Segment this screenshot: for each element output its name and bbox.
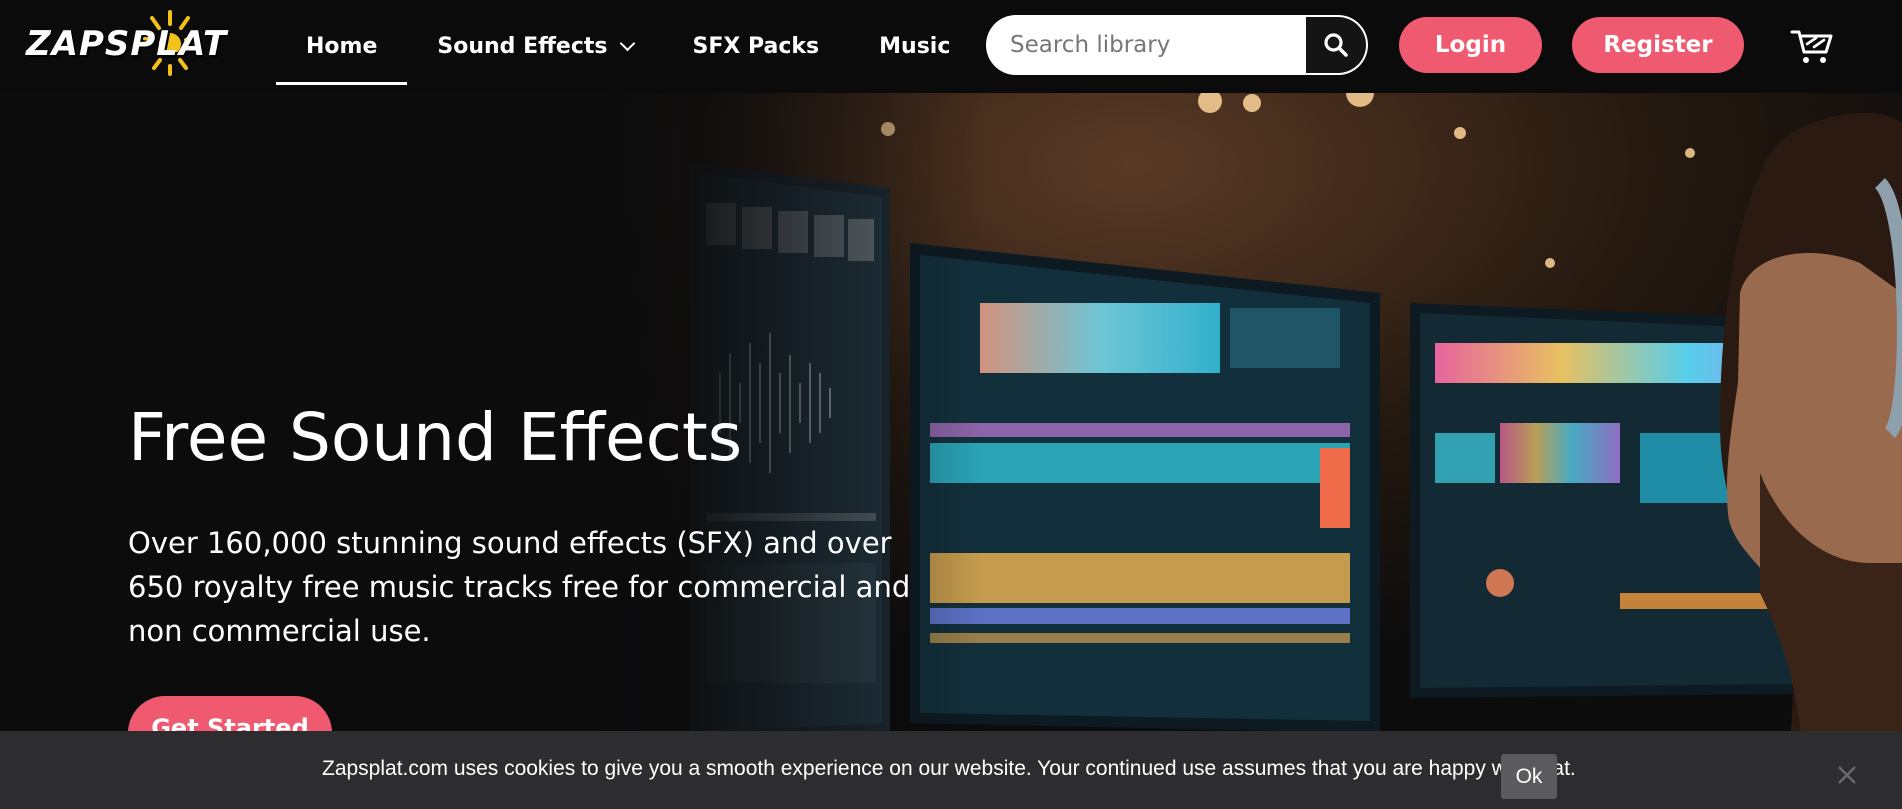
- chevron-down-icon: [619, 35, 635, 52]
- search-bar: [986, 15, 1368, 75]
- register-button[interactable]: Register: [1572, 17, 1744, 73]
- zapsplat-logo[interactable]: ZAPSPLAT: [22, 8, 232, 84]
- nav-item-label: Sound Effects: [437, 34, 608, 59]
- nav-item-home[interactable]: Home: [276, 0, 408, 93]
- cookie-bar: Zapsplat.com uses cookies to give you a …: [0, 731, 1902, 809]
- site-header: ZAPSPLAT Home Sound Effects SFX Packs Mu…: [0, 0, 1902, 93]
- logo-text: ZAPSPLAT: [26, 24, 228, 64]
- search-button[interactable]: [1306, 17, 1366, 73]
- nav-item-label: Home: [306, 34, 378, 59]
- nav-item-sound-effects[interactable]: Sound Effects: [437, 0, 635, 93]
- search-icon: [1324, 33, 1348, 57]
- search-input[interactable]: [986, 15, 1308, 75]
- nav-item-label: SFX Packs: [692, 34, 820, 59]
- cart-icon[interactable]: [1790, 26, 1834, 66]
- cookie-ok-button[interactable]: Ok: [1501, 754, 1557, 799]
- nav-item-music[interactable]: Music: [879, 0, 950, 93]
- hero-title: Free Sound Effects: [128, 399, 743, 476]
- login-button[interactable]: Login: [1399, 17, 1542, 73]
- main-nav: Home Sound Effects SFX Packs Music: [276, 0, 1010, 93]
- cookie-message: Zapsplat.com uses cookies to give you a …: [322, 757, 1576, 780]
- nav-item-sfx-packs[interactable]: SFX Packs: [693, 0, 820, 93]
- nav-item-label: Music: [879, 34, 951, 59]
- hero-description: Over 160,000 stunning sound effects (SFX…: [128, 526, 911, 648]
- close-icon[interactable]: [1836, 764, 1858, 786]
- hero-section: Free Sound Effects Over 160,000 stunning…: [0, 93, 1902, 809]
